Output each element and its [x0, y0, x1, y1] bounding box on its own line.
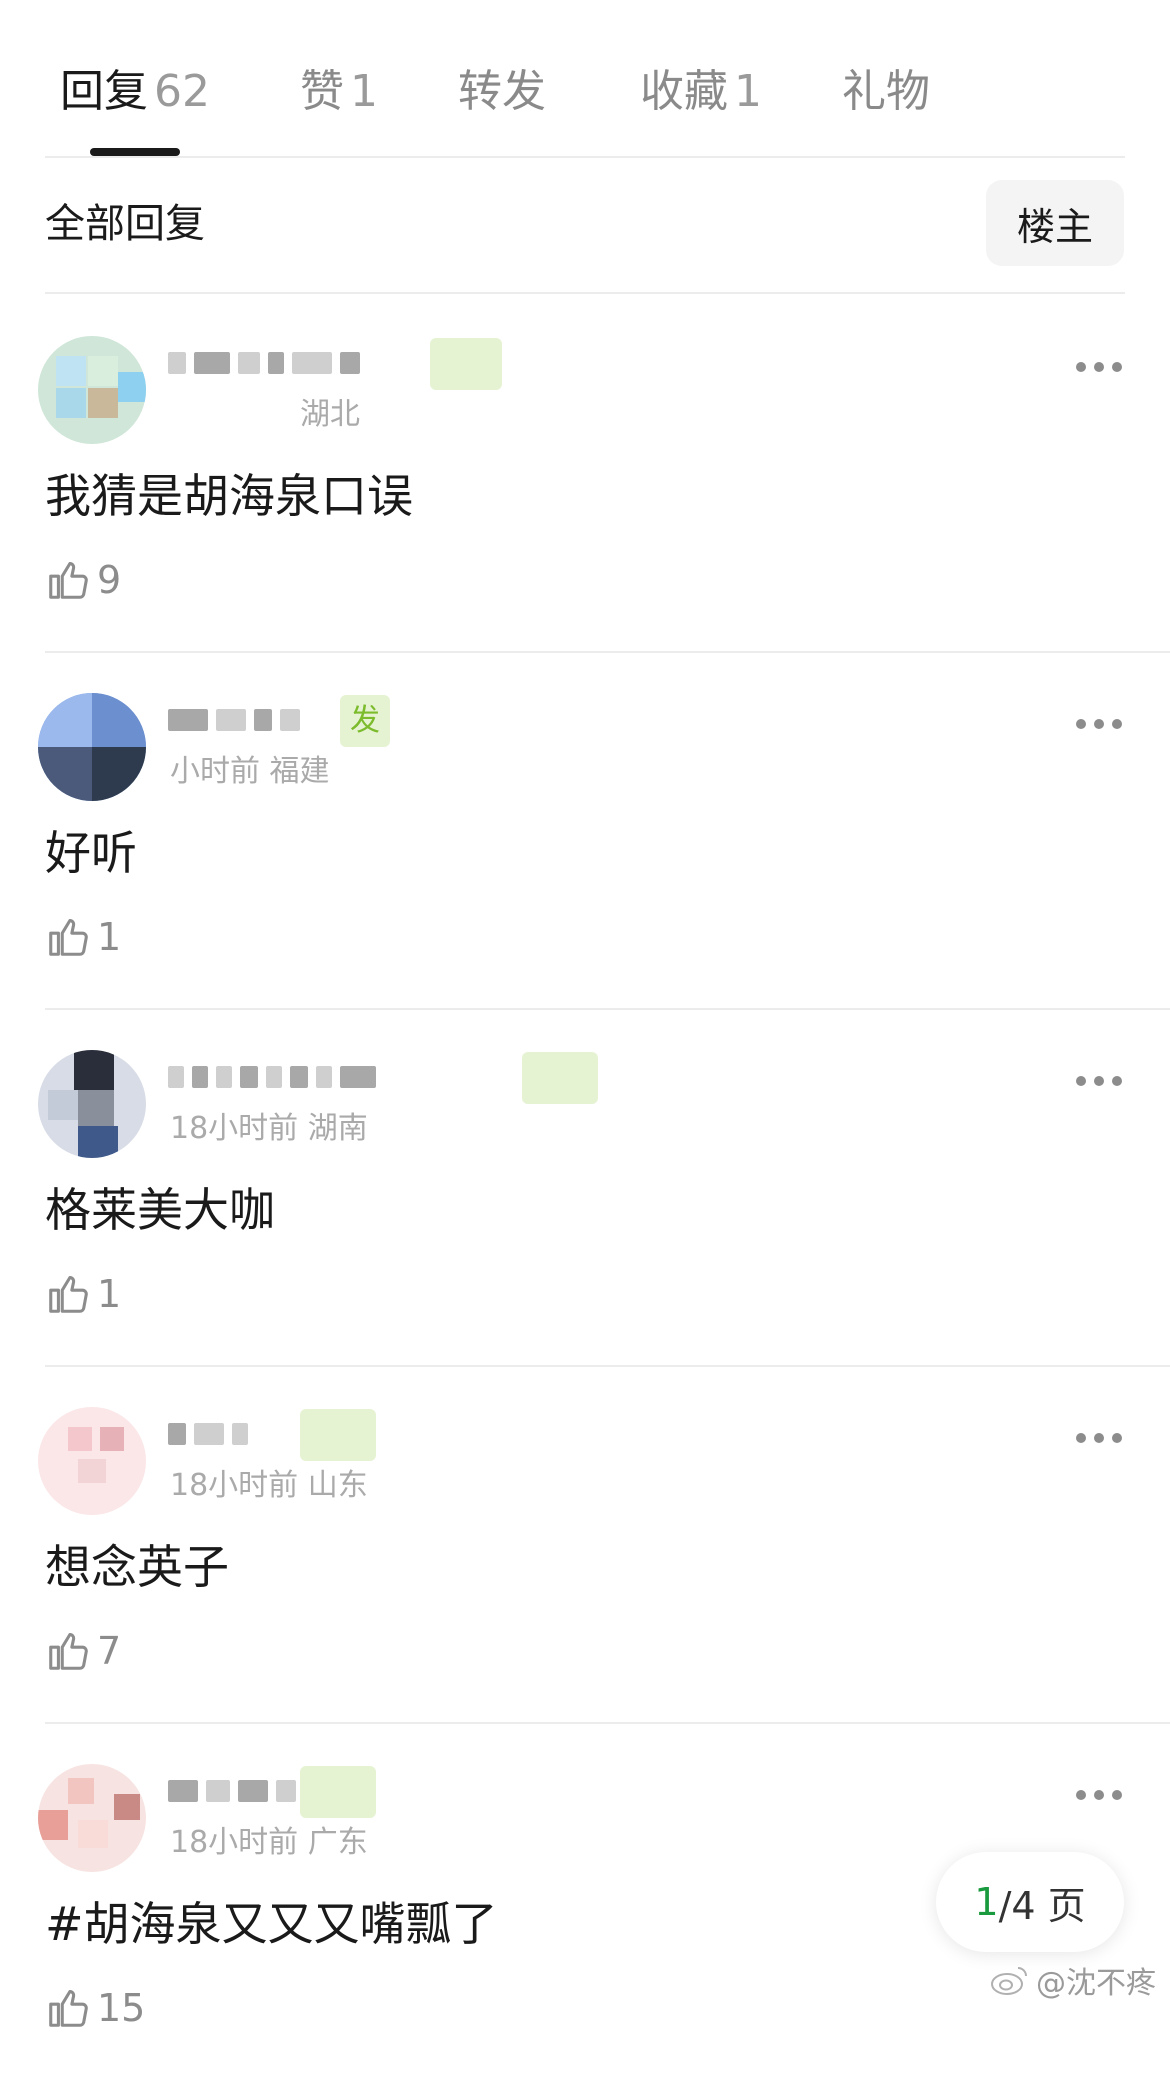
- tab-replies-label: 回复: [60, 66, 148, 117]
- more-options-icon[interactable]: [1076, 717, 1122, 731]
- comment-item[interactable]: 18小时前 山东 想念英子 7: [0, 1365, 1170, 1722]
- thumbs-up-icon: [49, 918, 88, 956]
- user-badge: [300, 1766, 376, 1818]
- more-options-icon[interactable]: [1076, 360, 1122, 374]
- more-options-icon[interactable]: [1076, 1074, 1122, 1088]
- comment-meta: 18小时前 广东: [170, 1825, 368, 1860]
- thumbs-up-icon: [49, 1989, 88, 2027]
- thumbs-up-icon: [49, 561, 88, 599]
- tab-replies-count: 62: [154, 66, 210, 117]
- avatar[interactable]: [38, 336, 146, 444]
- comment-text: #胡海泉又又又嘴瓢了: [45, 1897, 498, 1951]
- comment-meta: 湖北: [300, 397, 360, 432]
- watermark-text: @沈不疼: [1036, 1966, 1156, 2001]
- username-blurred[interactable]: [168, 338, 360, 388]
- like-count: 1: [97, 915, 122, 959]
- more-options-icon[interactable]: [1076, 1788, 1122, 1802]
- tab-likes-count: 1: [350, 66, 378, 117]
- weibo-logo-icon: [991, 1967, 1027, 1995]
- comment-meta: 18小时前 山东: [170, 1468, 368, 1503]
- tab-reposts-label: 转发: [458, 66, 546, 117]
- username-blurred[interactable]: [168, 1409, 248, 1459]
- current-page: 1: [974, 1880, 999, 1924]
- like-count: 15: [97, 1986, 146, 2030]
- tab-likes-label: 赞: [300, 66, 344, 117]
- like-button[interactable]: 1: [45, 1264, 121, 1324]
- tabs-divider: [45, 156, 1125, 158]
- user-badge: [430, 338, 502, 390]
- avatar[interactable]: [38, 1407, 146, 1515]
- username-blurred[interactable]: [168, 1766, 296, 1816]
- like-count: 7: [97, 1629, 122, 1673]
- thumbs-up-icon: [49, 1632, 88, 1670]
- like-count: 1: [97, 1272, 122, 1316]
- username-blurred[interactable]: [168, 695, 300, 745]
- tab-reposts[interactable]: 转发: [458, 62, 546, 122]
- comment-text: 好听: [45, 826, 137, 880]
- more-options-icon[interactable]: [1076, 1431, 1122, 1445]
- user-badge: [300, 1409, 376, 1461]
- weibo-watermark: @沈不疼: [990, 1958, 1156, 2002]
- owner-only-button[interactable]: 楼主: [986, 180, 1124, 266]
- comment-text: 想念英子: [45, 1540, 229, 1594]
- like-count: 9: [97, 558, 122, 602]
- comment-meta: 小时前 福建: [170, 754, 330, 789]
- all-replies-label: 全部回复: [45, 201, 205, 247]
- comment-text: 我猜是胡海泉口误: [45, 469, 413, 523]
- like-button[interactable]: 15: [45, 1978, 145, 2038]
- avatar[interactable]: [38, 1050, 146, 1158]
- tab-favorites-label: 收藏: [640, 66, 728, 117]
- tab-likes[interactable]: 赞1: [300, 62, 378, 122]
- tab-gifts-label: 礼物: [842, 66, 930, 117]
- avatar[interactable]: [38, 693, 146, 801]
- avatar[interactable]: [38, 1764, 146, 1872]
- tab-replies[interactable]: 回复 62: [60, 62, 210, 122]
- comment-item[interactable]: 18小时前 湖南 格莱美大咖 1: [0, 1008, 1170, 1365]
- user-badge: 发: [340, 695, 390, 747]
- tab-bar: 回复 62 赞1 转发 收藏 1 礼物: [0, 0, 1170, 157]
- tab-favorites-count: 1: [734, 66, 762, 117]
- page-indicator[interactable]: 1/4 页: [936, 1852, 1124, 1952]
- username-blurred[interactable]: [168, 1052, 376, 1102]
- like-button[interactable]: 9: [45, 550, 121, 610]
- tab-gifts[interactable]: 礼物: [842, 62, 930, 122]
- comment-text: 格莱美大咖: [45, 1183, 275, 1237]
- like-button[interactable]: 1: [45, 907, 121, 967]
- total-pages: /4 页: [998, 1883, 1086, 1928]
- user-badge: [522, 1052, 598, 1104]
- comment-item[interactable]: 湖北 我猜是胡海泉口误 9: [0, 294, 1170, 651]
- comment-meta: 18小时前 湖南: [170, 1111, 368, 1146]
- thumbs-up-icon: [49, 1275, 88, 1313]
- tab-favorites[interactable]: 收藏 1: [640, 62, 762, 122]
- comment-item[interactable]: 发 小时前 福建 好听 1: [0, 651, 1170, 1008]
- like-button[interactable]: 7: [45, 1621, 121, 1681]
- active-tab-indicator: [90, 148, 180, 156]
